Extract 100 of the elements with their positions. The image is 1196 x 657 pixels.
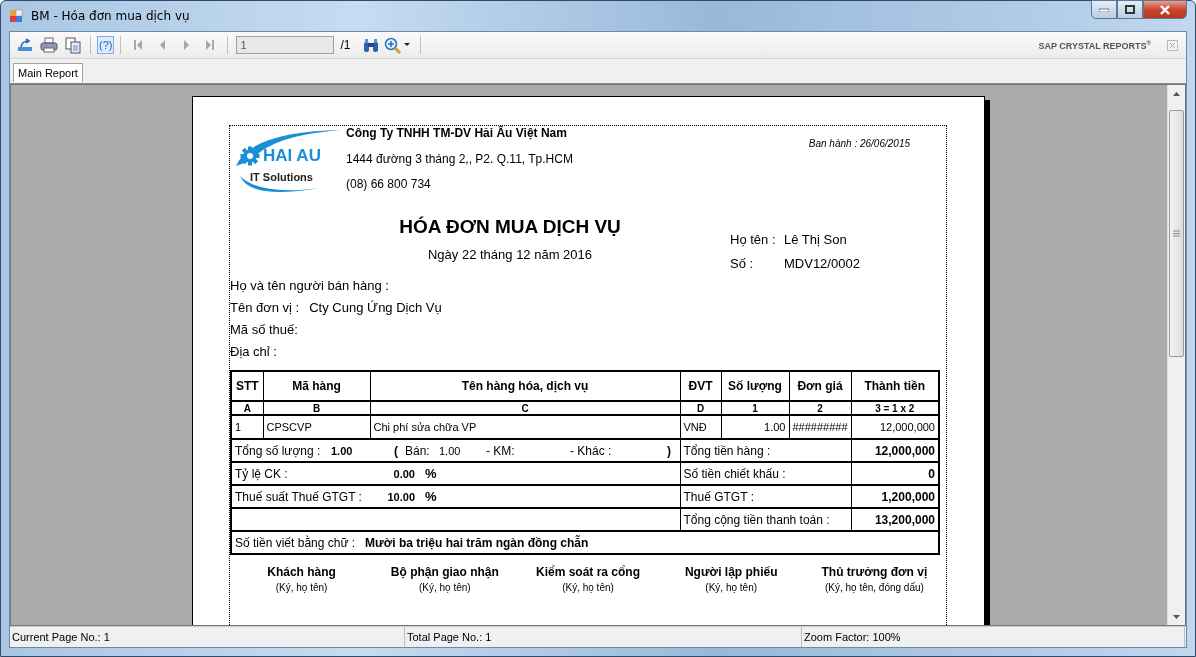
field-label: Họ và tên người bán hàng :: [230, 277, 389, 293]
scroll-up-icon[interactable]: [1173, 91, 1180, 96]
column-header: Mã hàng: [263, 371, 370, 401]
caret-icon: [404, 43, 411, 47]
logo-title: HAI AU: [263, 146, 321, 166]
percent-sign: %: [425, 466, 437, 481]
grip-icon: [1173, 230, 1180, 237]
summary-label: Tổng tiền hàng :: [680, 439, 851, 462]
table-cell: Chi phí sửa chữa VP: [370, 415, 680, 439]
summary-label: Tổng số lượng :: [235, 443, 322, 458]
status-text: Zoom Factor: 100%: [802, 627, 1185, 647]
table-cell: #########: [789, 415, 851, 439]
amount-in-words: Mười ba triệu hai trăm ngàn đồng chẵn: [365, 535, 589, 550]
signature-note: (Ký, họ tên, đóng dấu): [824, 582, 924, 593]
report-tab[interactable]: Main Report: [13, 63, 83, 82]
column-header: STT: [231, 371, 263, 401]
status-text: Total Page No.: 1: [405, 627, 802, 647]
summary-label: - Khác :: [570, 443, 613, 458]
close-button[interactable]: [1143, 0, 1187, 19]
field-label: Họ tên :: [730, 232, 777, 249]
summary-label: Tổng cộng tiền thanh toán :: [680, 508, 851, 531]
next-page-icon[interactable]: [182, 40, 191, 50]
issue-date: Ban hành : 26/06/2015: [808, 138, 910, 151]
previous-page-icon[interactable]: [158, 40, 167, 50]
column-header: Số lượng: [721, 371, 789, 401]
company-address: 1444 đường 3 tháng 2,, P2. Q.11, Tp.HCM: [346, 152, 573, 168]
column-code: 3 = 1 x 2: [851, 401, 939, 415]
signature-note: (Ký, họ tên): [562, 582, 614, 593]
summary-value: 0.00: [392, 467, 415, 480]
field-label: Tên đơn vị :: [230, 299, 300, 315]
column-header: Tên hàng hóa, dịch vụ: [370, 371, 680, 401]
summary-amount: 13,200,000: [851, 508, 939, 531]
field-label: Số :: [730, 256, 755, 273]
close-icon[interactable]: [1167, 39, 1178, 51]
summary-label: (: [394, 443, 399, 458]
app-icon: [9, 9, 23, 23]
brand-label: SAP CRYSTAL REPORTS$^{®}$: [1038, 39, 1151, 51]
column-code: 1: [721, 401, 789, 415]
signature-role: Kiểm soát ra cổng: [536, 565, 640, 579]
summary-label: Thuế GTGT :: [680, 485, 851, 508]
summary-amount: 12,000,000: [851, 439, 939, 462]
table-cell: 1: [231, 415, 263, 439]
scroll-down-icon[interactable]: [1173, 614, 1180, 619]
field-value: Lê Thị Son: [784, 232, 848, 249]
summary-label: Thuế suất Thuế GTGT :: [235, 489, 363, 504]
summary-label: ): [667, 443, 672, 458]
vertical-scrollbar[interactable]: [1167, 85, 1185, 625]
logo-subtitle: IT Solutions: [250, 171, 313, 183]
page-total: /1: [340, 38, 351, 52]
signature-note: (Ký, họ tên): [418, 582, 471, 593]
summary-label: Bán:: [405, 443, 431, 458]
column-code: B: [263, 401, 370, 415]
table-cell: VNĐ: [680, 415, 721, 439]
signature-note: (Ký, họ tên): [705, 582, 758, 593]
column-header: Đơn giá: [789, 371, 851, 401]
summary-amount: 1,200,000: [851, 485, 939, 508]
summary-label: Tỷ lệ CK :: [235, 466, 289, 481]
column-code: A: [231, 401, 263, 415]
summary-value: 1.00: [439, 444, 462, 457]
gear-icon: [240, 146, 260, 166]
column-code: C: [370, 401, 680, 415]
copy-icon[interactable]: [62, 34, 84, 56]
column-code: D: [680, 401, 721, 415]
summary-amount: 0: [851, 462, 939, 485]
summary-label: - KM:: [486, 443, 516, 458]
signature-role: Thủ trưởng đơn vị: [821, 565, 928, 579]
table-cell: CPSCVP: [263, 415, 370, 439]
summary-value: 1.00: [331, 444, 354, 457]
scroll-thumb[interactable]: [1169, 110, 1184, 357]
table-cell: 1.00: [721, 415, 789, 439]
invoice-date: Ngày 22 tháng 12 năm 2016: [427, 247, 593, 262]
minimize-icon: [1099, 7, 1109, 12]
status-text: Current Page No.: 1: [10, 627, 405, 647]
summary-label: Số tiền chiết khấu :: [680, 462, 851, 485]
column-header: ĐVT: [680, 371, 721, 401]
signature-role: Khách hàng: [267, 565, 336, 579]
last-page-icon[interactable]: [206, 40, 215, 50]
company-name: Công Ty TNHH TM-DV Hải Âu Việt Nam: [346, 126, 568, 142]
company-phone: (08) 66 800 734: [346, 177, 432, 191]
field-value: MDV12/0002: [784, 256, 860, 273]
field-value: Cty Cung Ứng Dịch Vụ: [309, 299, 442, 315]
field-label: Số tiền viết bằng chữ :: [235, 535, 356, 550]
summary-value: 10.00: [386, 490, 415, 503]
print-icon[interactable]: [38, 34, 60, 56]
maximize-icon: [1125, 5, 1135, 14]
first-page-icon[interactable]: [134, 40, 143, 50]
maximize-button[interactable]: [1117, 0, 1143, 19]
close-icon: [1159, 4, 1171, 15]
percent-sign: %: [425, 489, 437, 504]
invoice-title: HÓA ĐƠN MUA DỊCH VỤ: [399, 216, 621, 238]
column-header: Thành tiền: [851, 371, 939, 401]
minimize-button[interactable]: [1091, 0, 1117, 19]
field-label: Địa chỉ :: [230, 343, 277, 359]
field-label: Mã số thuế:: [230, 321, 298, 337]
column-code: 2: [789, 401, 851, 415]
window-title: BM - Hóa đơn mua dịch vụ: [31, 9, 191, 23]
help-button[interactable]: (?): [97, 36, 115, 54]
table-cell: 12,000,000: [851, 415, 939, 439]
signature-role: Bộ phận giao nhận: [390, 565, 499, 579]
page-number-field[interactable]: 1: [236, 36, 335, 54]
